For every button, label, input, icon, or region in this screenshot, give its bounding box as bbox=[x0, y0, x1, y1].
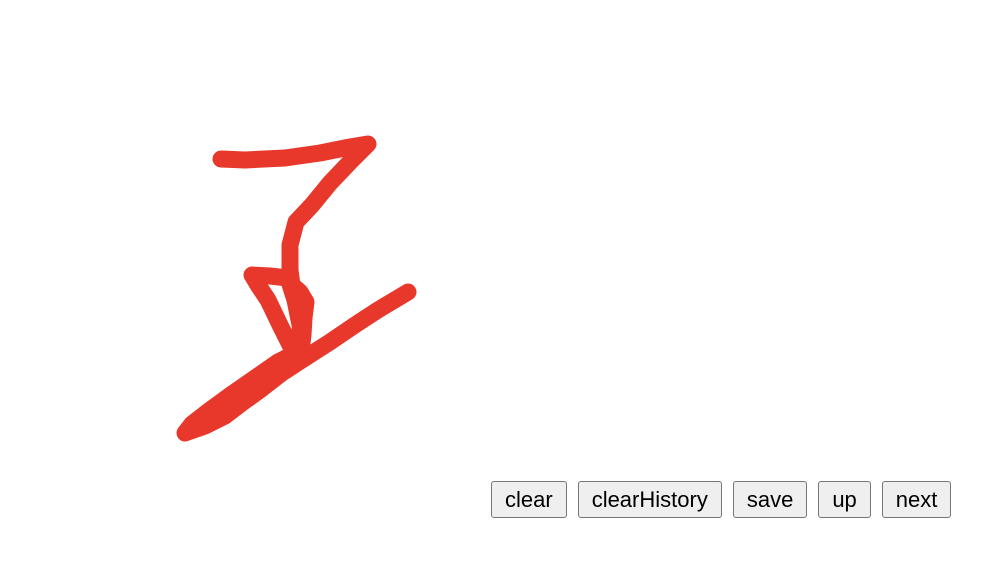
clear-history-button[interactable]: clearHistory bbox=[577, 481, 722, 518]
drawn-stroke bbox=[176, 135, 417, 442]
save-button[interactable]: save bbox=[732, 481, 808, 518]
next-button[interactable]: next bbox=[881, 481, 952, 518]
drawing-app: clear clearHistory save up next bbox=[0, 0, 1000, 575]
drawing-canvas[interactable] bbox=[0, 0, 1000, 470]
up-button[interactable]: up bbox=[818, 481, 871, 518]
toolbar: clear clearHistory save up next bbox=[491, 481, 952, 518]
clear-button[interactable]: clear bbox=[491, 481, 567, 518]
